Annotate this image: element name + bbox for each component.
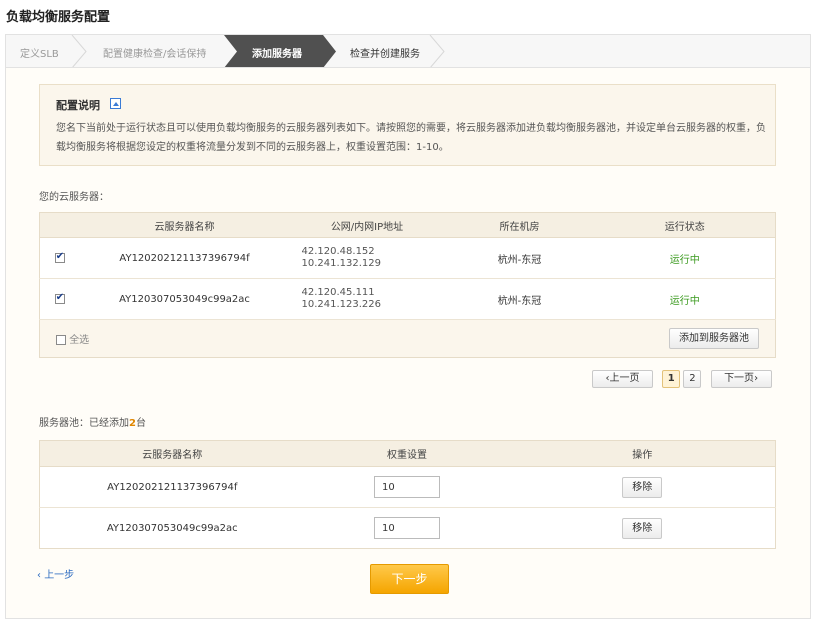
select-all-label[interactable]: 全选 (69, 335, 89, 346)
step-divider (71, 35, 87, 68)
page-title: 负载均衡服务配置 (6, 10, 111, 25)
server-name: AY120307053049c99a2ac (79, 278, 290, 320)
prev-page-button[interactable]: ‹上一页 (592, 370, 653, 388)
main-panel: 配置说明 您名下当前处于运行状态且可以使用负载均衡服务的云服务器列表如下。请按照… (5, 67, 811, 619)
status-cell: 运行中 (594, 278, 776, 320)
table-footer-row: 全选 添加到服务器池 (39, 319, 776, 358)
column-header-weight: 权重设置 (304, 440, 510, 467)
private-ip: 10.241.132.129 (301, 258, 382, 269)
pool-label-prefix: 服务器池：已经添加 (39, 418, 129, 429)
column-header-status: 运行状态 (594, 212, 776, 238)
weight-cell (304, 507, 510, 549)
add-button-cell: 添加到服务器池 (594, 319, 776, 358)
column-header-name: 云服务器名称 (79, 212, 290, 238)
page-1-button[interactable]: 1 (662, 370, 681, 388)
checkbox-column-header (39, 212, 80, 238)
pool-label-suffix: 台 (135, 418, 146, 429)
config-note-title: 配置说明 (56, 99, 100, 112)
next-page-label: 下一页 (724, 373, 755, 384)
weight-cell (304, 466, 510, 508)
step-define-slb: 定义SLB (20, 49, 59, 60)
select-all-checkbox[interactable] (56, 335, 66, 345)
server-name: AY120202121137396794f (79, 237, 290, 279)
zone-cell: 杭州-东冠 (444, 237, 595, 279)
config-note-text: 您名下当前处于运行状态且可以使用负载均衡服务的云服务器列表如下。请按照您的需要，… (56, 123, 766, 153)
weight-input[interactable] (374, 476, 440, 498)
row-checkbox[interactable] (54, 292, 65, 304)
collapse-toggle-icon[interactable] (110, 98, 121, 109)
page-2-button[interactable]: 2 (683, 370, 702, 388)
column-header-zone: 所在机房 (444, 212, 595, 238)
zone-cell: 杭州-东冠 (444, 278, 595, 320)
step-add-servers: 添加服务器 (252, 49, 302, 60)
pagination: ‹上一页 1 2 下一页› (592, 370, 772, 388)
chevron-right-icon: › (754, 373, 759, 384)
pool-count: 2 (129, 418, 136, 429)
table-row: AY120307053049c99a2ac 移除 (39, 507, 776, 549)
step-health-check: 配置健康检查/会话保持 (103, 49, 207, 60)
row-select-cell (39, 278, 80, 320)
row-checkbox[interactable] (54, 251, 65, 263)
wizard-steps: 定义SLB 配置健康检查/会话保持 添加服务器 检查并创建服务 (5, 34, 811, 68)
ip-cell: 42.120.48.152 10.241.132.129 (289, 237, 445, 279)
table-header-row: 云服务器名称 公网/内网IP地址 所在机房 运行状态 (39, 212, 776, 238)
next-step-button[interactable]: 下一步 (370, 564, 449, 594)
ip-cell: 42.120.45.111 10.241.123.226 (289, 278, 445, 320)
status-cell: 运行中 (594, 237, 776, 279)
prev-step-label: 上一步 (44, 570, 75, 581)
pool-section-label: 服务器池：已经添加2台 (39, 414, 146, 429)
pool-server-name: AY120202121137396794f (39, 466, 305, 508)
row-select-cell (39, 237, 80, 279)
table-row: AY120202121137396794f 移除 (39, 466, 776, 508)
remove-button[interactable]: 移除 (622, 476, 663, 498)
ecs-section-label: 您的云服务器： (39, 192, 109, 203)
pool-server-name: AY120307053049c99a2ac (39, 507, 305, 549)
weight-input[interactable] (374, 517, 440, 539)
column-header-action: 操作 (509, 440, 776, 467)
pool-table: 云服务器名称 权重设置 操作 AY120202121137396794f 移除 … (39, 440, 776, 549)
private-ip: 10.241.123.226 (301, 299, 382, 310)
config-note-box: 配置说明 您名下当前处于运行状态且可以使用负载均衡服务的云服务器列表如下。请按照… (39, 84, 776, 166)
table-row: AY120202121137396794f 42.120.48.152 10.2… (39, 237, 776, 279)
prev-page-label: 上一页 (609, 373, 640, 384)
action-cell: 移除 (509, 466, 776, 508)
table-header-row: 云服务器名称 权重设置 操作 (39, 440, 776, 467)
column-header-ip: 公网/内网IP地址 (289, 212, 445, 238)
public-ip: 42.120.45.111 (301, 287, 375, 298)
step-divider (429, 35, 445, 68)
action-cell: 移除 (509, 507, 776, 549)
ecs-table: 云服务器名称 公网/内网IP地址 所在机房 运行状态 AY12020212113… (39, 212, 776, 358)
table-row: AY120307053049c99a2ac 42.120.45.111 10.2… (39, 278, 776, 320)
add-to-pool-button[interactable]: 添加到服务器池 (669, 328, 759, 349)
step-review-create: 检查并创建服务 (350, 49, 420, 60)
public-ip: 42.120.48.152 (301, 246, 375, 257)
remove-button[interactable]: 移除 (622, 517, 663, 539)
prev-step-link[interactable]: ‹ 上一步 (37, 566, 74, 581)
select-all-cell: 全选 (39, 319, 595, 358)
next-page-button[interactable]: 下一页› (710, 370, 772, 388)
column-header-name: 云服务器名称 (39, 440, 305, 467)
